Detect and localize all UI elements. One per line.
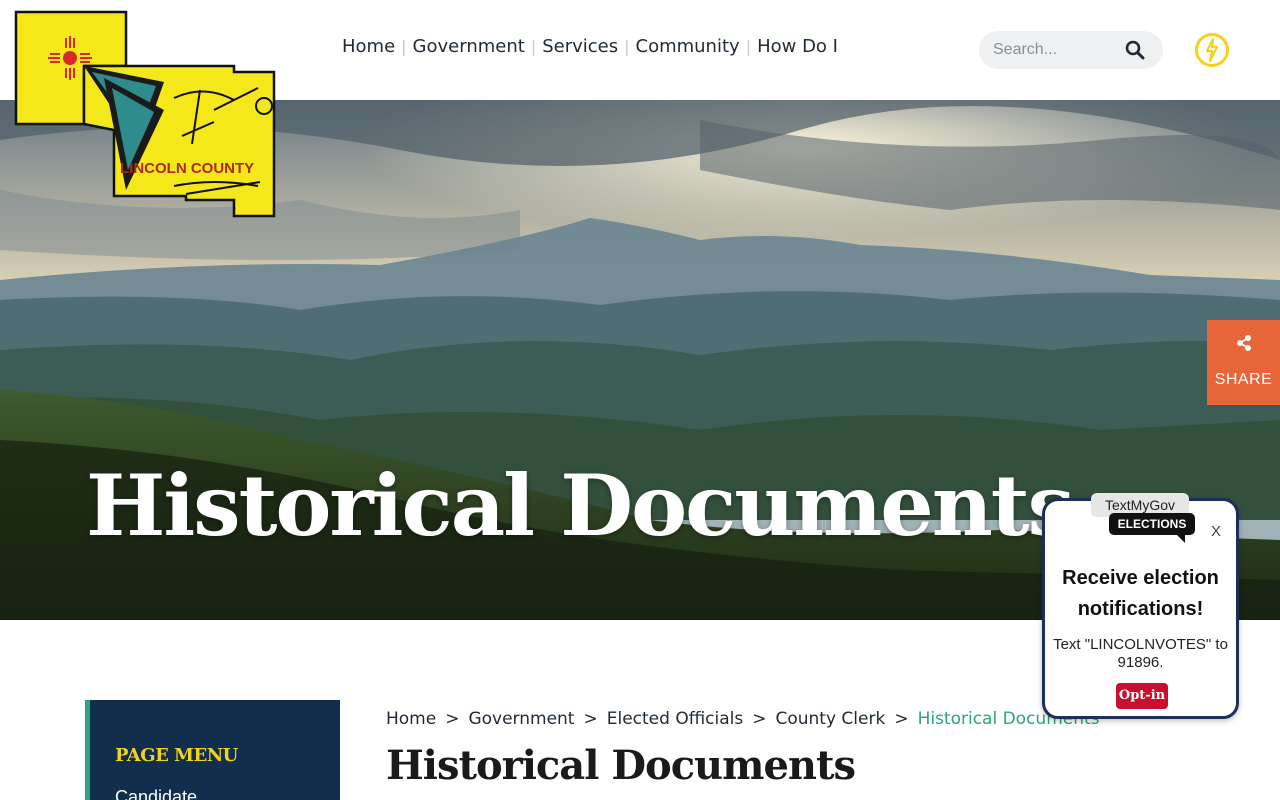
- search-box: [979, 31, 1163, 69]
- nav-home[interactable]: Home: [336, 36, 401, 57]
- nav-services[interactable]: Services: [536, 36, 624, 57]
- main-nav: Home | Government | Services | Community…: [336, 36, 844, 57]
- textmygov-badge: TextMyGov ELECTIONS: [1091, 493, 1195, 549]
- page: Home | Government | Services | Community…: [0, 0, 1280, 800]
- badge-elections: ELECTIONS: [1109, 513, 1195, 535]
- breadcrumb-government[interactable]: Government: [468, 709, 574, 729]
- opt-in-button[interactable]: Opt-in: [1116, 683, 1168, 709]
- breadcrumb: Home > Government > Elected Officials > …: [386, 709, 1100, 729]
- close-icon[interactable]: X: [1211, 523, 1221, 540]
- county-logo[interactable]: LINCOLN COUNTY: [14, 10, 278, 220]
- search-icon[interactable]: [1125, 40, 1145, 60]
- hero-title: Historical Documents: [86, 456, 1075, 555]
- share-label: SHARE: [1214, 371, 1273, 388]
- page-menu-item-candidate[interactable]: Candidate: [115, 787, 197, 800]
- breadcrumb-elected-officials[interactable]: Elected Officials: [607, 709, 743, 729]
- page-title: Historical Documents: [386, 742, 856, 789]
- breadcrumb-home[interactable]: Home: [386, 709, 436, 729]
- power-icon[interactable]: [1194, 32, 1230, 68]
- page-menu: PAGE MENU Candidate: [85, 700, 340, 800]
- breadcrumb-separator: >: [894, 709, 909, 729]
- share-icon: [1237, 335, 1251, 351]
- page-menu-title: PAGE MENU: [115, 745, 238, 766]
- breadcrumb-separator: >: [752, 709, 767, 729]
- nav-how-do-i[interactable]: How Do I: [751, 36, 844, 57]
- breadcrumb-separator: >: [583, 709, 598, 729]
- nav-government[interactable]: Government: [407, 36, 531, 57]
- popup-message: Text "LINCOLNVOTES" to 91896.: [1053, 636, 1228, 671]
- share-button[interactable]: SHARE: [1207, 320, 1280, 405]
- popup-heading: Receive election notifications!: [1062, 567, 1219, 620]
- logo-text: LINCOLN COUNTY: [120, 160, 254, 177]
- badge-tail: [1175, 533, 1185, 543]
- election-notification-popup: TextMyGov ELECTIONS X Receive election n…: [1042, 493, 1239, 719]
- search-input[interactable]: [993, 40, 1123, 60]
- breadcrumb-separator: >: [445, 709, 460, 729]
- nav-community[interactable]: Community: [630, 36, 746, 57]
- breadcrumb-county-clerk[interactable]: County Clerk: [775, 709, 885, 729]
